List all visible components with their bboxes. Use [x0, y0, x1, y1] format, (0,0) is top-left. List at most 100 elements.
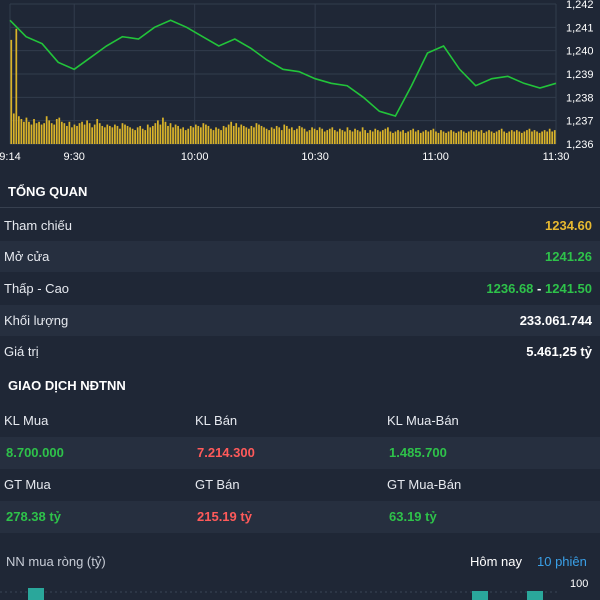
volume-bar	[430, 130, 432, 144]
nn-bar	[527, 591, 543, 600]
volume-bar	[437, 132, 440, 144]
volume-bar	[290, 127, 293, 144]
volume-bar	[283, 124, 286, 144]
volume-bar	[63, 123, 66, 144]
volume-bar	[374, 128, 377, 144]
y-tick-label: 1,241	[566, 22, 594, 34]
volume-bar	[475, 130, 478, 144]
value-tham-chieu: 1234.60	[545, 218, 592, 233]
volume-bar	[96, 119, 99, 144]
volume-bar	[376, 130, 379, 144]
y-tick-label: 1,236	[566, 139, 594, 151]
volume-bar	[485, 131, 488, 144]
value-mo-cua: 1241.26	[545, 249, 592, 264]
volume-bar	[321, 128, 324, 144]
volume-bar	[40, 124, 43, 144]
label-gia-tri: Giá trị	[4, 344, 39, 359]
volume-bar	[303, 128, 306, 144]
value-gt-mua: 278.38 tỷ	[6, 509, 61, 524]
volume-bar	[359, 131, 361, 144]
volume-bar	[538, 132, 541, 144]
volume-bar	[28, 121, 30, 144]
volume-bar	[523, 131, 526, 144]
x-tick-label: 9:30	[64, 151, 85, 163]
volume-bar	[424, 130, 427, 144]
volume-bar	[101, 125, 104, 144]
volume-bar	[275, 125, 278, 144]
x-tick-label: 11:30	[543, 151, 570, 163]
volume-bar	[387, 127, 389, 144]
volume-bar	[222, 125, 225, 144]
x-tick-label: 10:30	[301, 151, 329, 163]
volume-bar	[187, 128, 190, 144]
volume-bar	[210, 128, 212, 144]
volume-bar	[45, 116, 48, 144]
volume-bar	[531, 131, 533, 144]
volume-bar	[296, 128, 298, 144]
volume-bar	[202, 123, 205, 144]
volume-bar	[495, 131, 498, 144]
volume-bar	[12, 113, 15, 144]
volume-bar	[470, 130, 473, 144]
label-gt-muaban: GT Mua-Bán	[387, 477, 462, 492]
volume-bar	[240, 124, 243, 144]
volume-bar	[440, 130, 442, 144]
volume-bar	[227, 124, 230, 144]
volume-bar	[381, 130, 384, 144]
volume-bar	[316, 130, 318, 144]
volume-bar	[435, 131, 437, 144]
volume-bar	[17, 116, 20, 144]
label-kl-muaban: KL Mua-Bán	[387, 413, 459, 428]
volume-bar	[76, 125, 78, 144]
volume-bar	[149, 127, 152, 144]
row-khoi-luong: Khối lượng 233.061.744	[0, 305, 600, 336]
tab-10-phien[interactable]: 10 phiên	[537, 554, 587, 569]
volume-bar	[30, 124, 33, 144]
volume-bar	[384, 128, 387, 144]
value-sep: -	[537, 281, 542, 296]
x-tick-label: 11:00	[422, 151, 449, 163]
label-tham-chieu: Tham chiếu	[4, 218, 72, 233]
volume-bar	[154, 123, 157, 144]
volume-bar	[414, 131, 417, 144]
volume-bar	[98, 123, 101, 144]
value-kl-ban: 7.214.300	[197, 445, 255, 460]
foreign-gt-label-row: GT Mua GT Bán GT Mua-Bán	[0, 469, 600, 501]
volume-bar	[536, 131, 538, 144]
tab-hom-nay[interactable]: Hôm nay	[470, 554, 522, 569]
value-gt-ban: 215.19 tỷ	[197, 509, 252, 524]
volume-bar	[306, 131, 308, 144]
volume-bar	[194, 124, 197, 144]
volume-bar	[106, 124, 109, 144]
volume-bar	[465, 132, 468, 144]
value-kl-muaban: 1.485.700	[389, 445, 447, 460]
section-foreign-title: GIAO DỊCH NĐTNN	[8, 378, 126, 393]
volume-bar	[139, 125, 142, 144]
volume-bar	[83, 124, 86, 144]
volume-bar	[146, 124, 149, 144]
volume-bar	[460, 130, 463, 144]
volume-bar	[361, 127, 364, 144]
volume-bar	[184, 130, 187, 144]
volume-bar	[452, 131, 455, 144]
volume-bar	[81, 121, 83, 144]
volume-bar	[541, 131, 543, 144]
volume-bar	[313, 128, 316, 144]
volume-bar	[472, 131, 475, 144]
volume-bar	[116, 125, 119, 144]
volume-bar	[205, 124, 207, 144]
volume-bar	[242, 125, 245, 144]
volume-bar	[167, 125, 169, 144]
volume-bar	[331, 127, 334, 144]
row-thap-cao: Thấp - Cao 1236.68 - 1241.50	[0, 273, 600, 304]
volume-bar	[397, 130, 399, 144]
volume-bar	[318, 127, 321, 144]
volume-bar	[339, 128, 341, 144]
volume-bar	[498, 130, 500, 144]
volume-bar	[48, 120, 51, 144]
volume-bar	[356, 130, 359, 144]
volume-bar	[258, 124, 260, 144]
value-high: 1241.50	[545, 281, 592, 296]
volume-bar	[533, 130, 536, 144]
value-khoi-luong: 233.061.744	[519, 313, 592, 328]
